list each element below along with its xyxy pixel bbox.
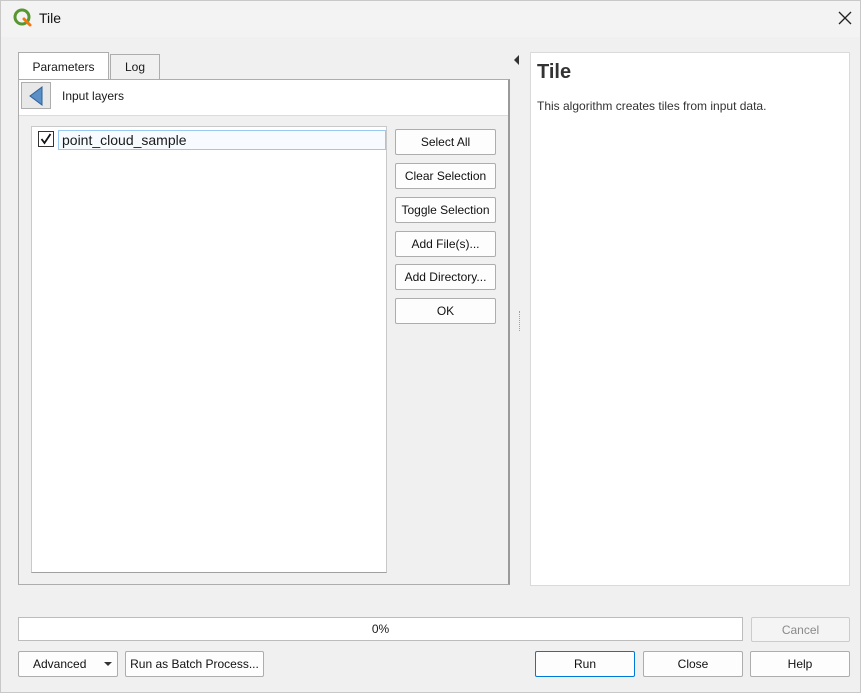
advanced-dropdown[interactable]: Advanced	[18, 651, 118, 677]
help-description: This algorithm creates tiles from input …	[537, 99, 767, 113]
tab-parameters[interactable]: Parameters	[18, 52, 109, 80]
input-layers-label: Input layers	[62, 89, 125, 103]
back-button[interactable]	[21, 82, 51, 109]
dialog-window: Tile Parameters Log Input layers point_c…	[0, 0, 861, 693]
advanced-label: Advanced	[33, 657, 87, 671]
chevron-down-icon	[104, 662, 112, 666]
qgis-icon	[13, 8, 33, 28]
list-item[interactable]: point_cloud_sample	[34, 130, 386, 150]
checkmark-icon	[40, 133, 52, 145]
add-directory-button[interactable]: Add Directory...	[395, 264, 496, 290]
splitter-handle[interactable]	[519, 311, 522, 331]
layer-list: point_cloud_sample	[31, 126, 387, 573]
help-button[interactable]: Help	[750, 651, 850, 677]
close-icon[interactable]	[827, 1, 861, 35]
select-all-button[interactable]: Select All	[395, 129, 496, 155]
add-files-button[interactable]: Add File(s)...	[395, 231, 496, 257]
layer-name: point_cloud_sample	[58, 130, 386, 150]
run-button[interactable]: Run	[535, 651, 635, 677]
run-batch-button[interactable]: Run as Batch Process...	[125, 651, 264, 677]
collapse-arrow-icon[interactable]	[514, 54, 520, 68]
tab-log[interactable]: Log	[110, 54, 160, 79]
progress-label: 0%	[371, 622, 390, 636]
layer-checkbox[interactable]	[38, 131, 54, 147]
title-bar: Tile	[1, 1, 860, 37]
help-title: Tile	[537, 61, 572, 83]
toggle-selection-button[interactable]: Toggle Selection	[395, 197, 496, 223]
close-button[interactable]: Close	[643, 651, 743, 677]
clear-selection-button[interactable]: Clear Selection	[395, 163, 496, 189]
cancel-button[interactable]: Cancel	[751, 617, 850, 642]
back-arrow-icon	[29, 85, 43, 106]
panel-header: Input layers	[19, 80, 508, 116]
ok-button[interactable]: OK	[395, 298, 496, 324]
window-title: Tile	[39, 10, 62, 26]
help-panel: Tile This algorithm creates tiles from i…	[530, 52, 850, 586]
parameters-panel: Input layers point_cloud_sample Select A…	[18, 79, 510, 585]
progress-bar: 0%	[18, 617, 743, 641]
